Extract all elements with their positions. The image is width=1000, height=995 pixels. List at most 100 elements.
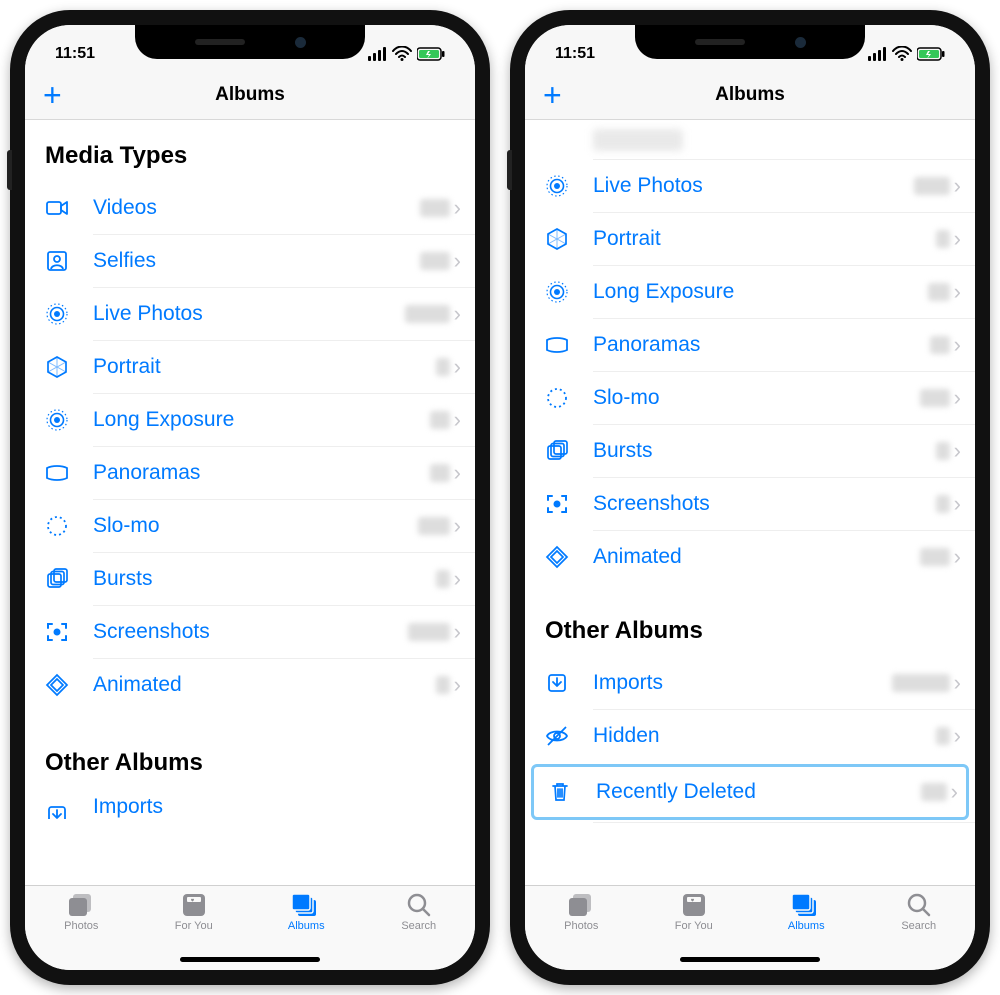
nav-bar: + Albums (525, 70, 975, 120)
chevron-right-icon: › (954, 491, 961, 517)
tab-label: For You (675, 920, 713, 932)
slomo-icon (545, 386, 593, 410)
row-label: Screenshots (93, 620, 408, 644)
chevron-right-icon: › (954, 385, 961, 411)
animated-icon (545, 545, 593, 569)
home-indicator[interactable] (180, 957, 320, 962)
row-slomo[interactable]: Slo-mo › (525, 372, 975, 424)
battery-icon (917, 46, 945, 62)
chevron-right-icon: › (954, 332, 961, 358)
section-media-types: Media Types (25, 120, 475, 182)
tab-label: Search (901, 920, 936, 932)
row-label: Animated (93, 673, 436, 697)
row-bursts[interactable]: Bursts › (25, 553, 475, 605)
row-label: Slo-mo (93, 514, 418, 538)
for-you-icon (181, 892, 207, 918)
count-blur (921, 783, 947, 801)
row-imports[interactable]: Imports › (525, 657, 975, 709)
chevron-right-icon: › (454, 301, 461, 327)
row-label: Bursts (593, 439, 936, 463)
tab-search[interactable]: Search (363, 892, 476, 970)
tab-label: Albums (788, 920, 825, 932)
screen: 11:51 + Albums Live Photos › Portrait (525, 25, 975, 970)
row-bursts[interactable]: Bursts › (525, 425, 975, 477)
row-videos[interactable]: Videos › (25, 182, 475, 234)
count-blur (936, 727, 950, 745)
video-icon (45, 196, 93, 220)
tab-bar: Photos For You Albums Search (525, 885, 975, 970)
count-blur (436, 570, 450, 588)
content-left[interactable]: Media Types Videos › Selfies › Live Phot… (25, 120, 475, 885)
row-label: Portrait (593, 227, 936, 251)
row-recently-deleted[interactable]: Recently Deleted › (531, 764, 969, 820)
animated-icon (45, 673, 93, 697)
row-label: Panoramas (93, 461, 430, 485)
imports-icon (545, 671, 593, 695)
row-long-exposure[interactable]: Long Exposure › (25, 394, 475, 446)
tab-search[interactable]: Search (863, 892, 976, 970)
row-label: Live Photos (593, 174, 914, 198)
row-slomo[interactable]: Slo-mo › (25, 500, 475, 552)
chevron-right-icon: › (454, 566, 461, 592)
row-portrait[interactable]: Portrait › (25, 341, 475, 393)
row-imports-partial[interactable]: Imports (25, 789, 475, 819)
chevron-right-icon: › (454, 619, 461, 645)
portrait-icon (45, 355, 93, 379)
row-live-photos[interactable]: Live Photos › (25, 288, 475, 340)
tab-label: Search (401, 920, 436, 932)
row-label: Recently Deleted (596, 780, 921, 804)
row-label: Animated (593, 545, 920, 569)
tab-label: For You (175, 920, 213, 932)
count-blur (408, 623, 450, 641)
chevron-right-icon: › (454, 460, 461, 486)
content-right[interactable]: Live Photos › Portrait › Long Exposure › (525, 120, 975, 885)
signal-icon (868, 46, 887, 61)
selfie-icon (45, 249, 93, 273)
live-photos-icon (45, 302, 93, 326)
row-label: Long Exposure (593, 280, 928, 304)
row-label: Slo-mo (593, 386, 920, 410)
phone-right: 11:51 + Albums Live Photos › Portrait (510, 10, 990, 985)
count-blur (420, 199, 450, 217)
row-live-photos[interactable]: Live Photos › (525, 160, 975, 212)
chevron-right-icon: › (954, 670, 961, 696)
chevron-right-icon: › (454, 195, 461, 221)
count-blur (920, 548, 950, 566)
chevron-right-icon: › (454, 407, 461, 433)
screenshots-icon (545, 492, 593, 516)
row-long-exposure[interactable]: Long Exposure › (525, 266, 975, 318)
count-blur (920, 389, 950, 407)
bursts-icon (545, 439, 593, 463)
hidden-icon (545, 724, 593, 748)
row-screenshots[interactable]: Screenshots › (25, 606, 475, 658)
row-label: Hidden (593, 724, 936, 748)
row-screenshots[interactable]: Screenshots › (525, 478, 975, 530)
wifi-icon (392, 46, 412, 61)
row-portrait[interactable]: Portrait › (525, 213, 975, 265)
chevron-right-icon: › (454, 513, 461, 539)
tab-photos[interactable]: Photos (25, 892, 138, 970)
live-photos-icon (545, 174, 593, 198)
tab-photos[interactable]: Photos (525, 892, 638, 970)
row-panoramas[interactable]: Panoramas › (25, 447, 475, 499)
row-label: Videos (93, 196, 420, 220)
row-panoramas[interactable]: Panoramas › (525, 319, 975, 371)
screen: 11:51 + Albums Media Types Videos › Sel (25, 25, 475, 970)
row-selfies[interactable]: Selfies › (25, 235, 475, 287)
count-blur (936, 230, 950, 248)
panoramas-icon (545, 333, 593, 357)
count-blur (936, 495, 950, 513)
bursts-icon (45, 567, 93, 591)
tab-label: Photos (564, 920, 598, 932)
count-blur (430, 411, 450, 429)
row-label: Long Exposure (93, 408, 430, 432)
signal-icon (368, 46, 387, 61)
count-blur (892, 674, 950, 692)
photos-icon (567, 892, 595, 918)
row-hidden[interactable]: Hidden › (525, 710, 975, 762)
count-blur (936, 442, 950, 460)
home-indicator[interactable] (680, 957, 820, 962)
nav-title: Albums (25, 84, 475, 106)
row-animated[interactable]: Animated › (525, 531, 975, 583)
row-animated[interactable]: Animated › (25, 659, 475, 711)
